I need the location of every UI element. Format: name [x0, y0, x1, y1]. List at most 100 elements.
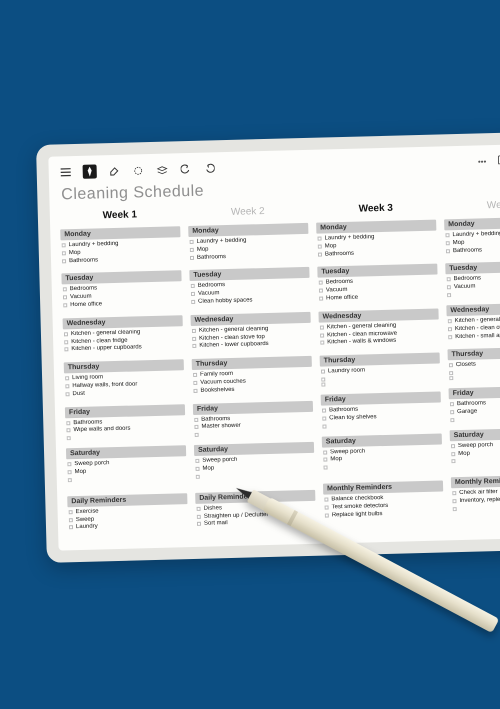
- checkbox-icon[interactable]: [323, 466, 327, 470]
- checkbox-icon[interactable]: [190, 248, 194, 252]
- checkbox-icon[interactable]: [452, 491, 456, 495]
- reminder-label: Replace light bulbs: [332, 511, 383, 520]
- checkbox-icon[interactable]: [69, 518, 73, 522]
- checkbox-icon[interactable]: [62, 243, 66, 247]
- checkbox-icon[interactable]: [69, 526, 73, 530]
- checkbox-icon[interactable]: [65, 376, 69, 380]
- checkbox-icon[interactable]: [448, 335, 452, 339]
- pen-tool-icon[interactable]: [83, 164, 97, 178]
- checkbox-icon[interactable]: [448, 319, 452, 323]
- checkbox-icon[interactable]: [320, 333, 324, 337]
- checkbox-icon[interactable]: [195, 467, 199, 471]
- gesture-icon[interactable]: [494, 154, 500, 168]
- checkbox-icon[interactable]: [323, 458, 327, 462]
- checkbox-icon[interactable]: [193, 373, 197, 377]
- checkbox-icon[interactable]: [196, 475, 200, 479]
- checkbox-icon[interactable]: [449, 376, 453, 380]
- checkbox-icon[interactable]: [325, 513, 329, 517]
- checkbox-icon[interactable]: [449, 371, 453, 375]
- reminders-block: Monthly RemindersCheck air filterInvento…: [451, 474, 500, 513]
- checkbox-icon[interactable]: [197, 514, 201, 518]
- checkbox-icon[interactable]: [64, 348, 68, 352]
- checkbox-icon[interactable]: [197, 507, 201, 511]
- checkbox-icon[interactable]: [321, 377, 325, 381]
- checkbox-icon[interactable]: [66, 421, 70, 425]
- selection-tool-icon[interactable]: [131, 163, 145, 177]
- checkbox-icon[interactable]: [323, 450, 327, 454]
- checkbox-icon[interactable]: [67, 436, 71, 440]
- checkbox-icon[interactable]: [450, 410, 454, 414]
- checkbox-icon[interactable]: [320, 341, 324, 345]
- checkbox-icon[interactable]: [62, 251, 66, 255]
- checkbox-icon[interactable]: [190, 240, 194, 244]
- checkbox-icon[interactable]: [63, 303, 67, 307]
- checkbox-icon[interactable]: [194, 425, 198, 429]
- tablet-screen: ••• ‹ 5 / › Cleaning Schedule Week 1Mond…: [48, 143, 500, 550]
- checkbox-icon[interactable]: [445, 233, 449, 237]
- task-row: Kitchen - upper cupboards: [64, 344, 183, 355]
- reminder-row: Replace light bulbs: [325, 509, 444, 520]
- checkbox-icon[interactable]: [193, 389, 197, 393]
- checkbox-icon[interactable]: [450, 402, 454, 406]
- checkbox-icon[interactable]: [318, 252, 322, 256]
- checkbox-icon[interactable]: [193, 381, 197, 385]
- checkbox-icon[interactable]: [320, 325, 324, 329]
- checkbox-icon[interactable]: [65, 384, 69, 388]
- task-label: Mop: [74, 469, 86, 477]
- checkbox-icon[interactable]: [69, 510, 73, 514]
- checkbox-icon[interactable]: [325, 505, 329, 509]
- checkbox-icon[interactable]: [68, 470, 72, 474]
- checkbox-icon[interactable]: [453, 507, 457, 511]
- checkbox-icon[interactable]: [64, 332, 68, 336]
- checkbox-icon[interactable]: [63, 295, 67, 299]
- checkbox-icon[interactable]: [68, 478, 72, 482]
- checkbox-icon[interactable]: [322, 424, 326, 428]
- checkbox-icon[interactable]: [192, 329, 196, 333]
- checkbox-icon[interactable]: [446, 241, 450, 245]
- checkbox-icon[interactable]: [319, 297, 323, 301]
- checkbox-icon[interactable]: [452, 499, 456, 503]
- layers-tool-icon[interactable]: [155, 163, 169, 177]
- checkbox-icon[interactable]: [63, 288, 67, 292]
- checkbox-icon[interactable]: [191, 284, 195, 288]
- checkbox-icon[interactable]: [191, 300, 195, 304]
- checkbox-icon[interactable]: [451, 452, 455, 456]
- checkbox-icon[interactable]: [190, 255, 194, 259]
- checkbox-icon[interactable]: [66, 429, 70, 433]
- menu-icon[interactable]: [59, 165, 73, 179]
- checkbox-icon[interactable]: [449, 364, 453, 368]
- checkbox-icon[interactable]: [324, 498, 328, 502]
- checkbox-icon[interactable]: [447, 293, 451, 297]
- redo-icon[interactable]: [202, 161, 216, 175]
- checkbox-icon[interactable]: [322, 416, 326, 420]
- checkbox-icon[interactable]: [195, 433, 199, 437]
- checkbox-icon[interactable]: [451, 459, 455, 463]
- checkbox-icon[interactable]: [451, 444, 455, 448]
- checkbox-icon[interactable]: [192, 336, 196, 340]
- checkbox-icon[interactable]: [447, 278, 451, 282]
- more-icon[interactable]: •••: [478, 157, 487, 166]
- checkbox-icon[interactable]: [192, 344, 196, 348]
- reminder-label: Laundry: [76, 524, 98, 532]
- checkbox-icon[interactable]: [318, 244, 322, 248]
- checkbox-icon[interactable]: [195, 459, 199, 463]
- checkbox-icon[interactable]: [319, 289, 323, 293]
- checkbox-icon[interactable]: [319, 281, 323, 285]
- checkbox-icon[interactable]: [67, 462, 71, 466]
- checkbox-icon[interactable]: [62, 259, 66, 263]
- checkbox-icon[interactable]: [65, 392, 69, 396]
- eraser-tool-icon[interactable]: [107, 164, 121, 178]
- checkbox-icon[interactable]: [447, 285, 451, 289]
- checkbox-icon[interactable]: [321, 382, 325, 386]
- checkbox-icon[interactable]: [321, 370, 325, 374]
- checkbox-icon[interactable]: [446, 249, 450, 253]
- undo-icon[interactable]: [179, 162, 193, 176]
- checkbox-icon[interactable]: [317, 237, 321, 241]
- checkbox-icon[interactable]: [191, 292, 195, 296]
- checkbox-icon[interactable]: [194, 417, 198, 421]
- checkbox-icon[interactable]: [322, 408, 326, 412]
- checkbox-icon[interactable]: [64, 340, 68, 344]
- checkbox-icon[interactable]: [450, 418, 454, 422]
- checkbox-icon[interactable]: [197, 522, 201, 526]
- checkbox-icon[interactable]: [448, 327, 452, 331]
